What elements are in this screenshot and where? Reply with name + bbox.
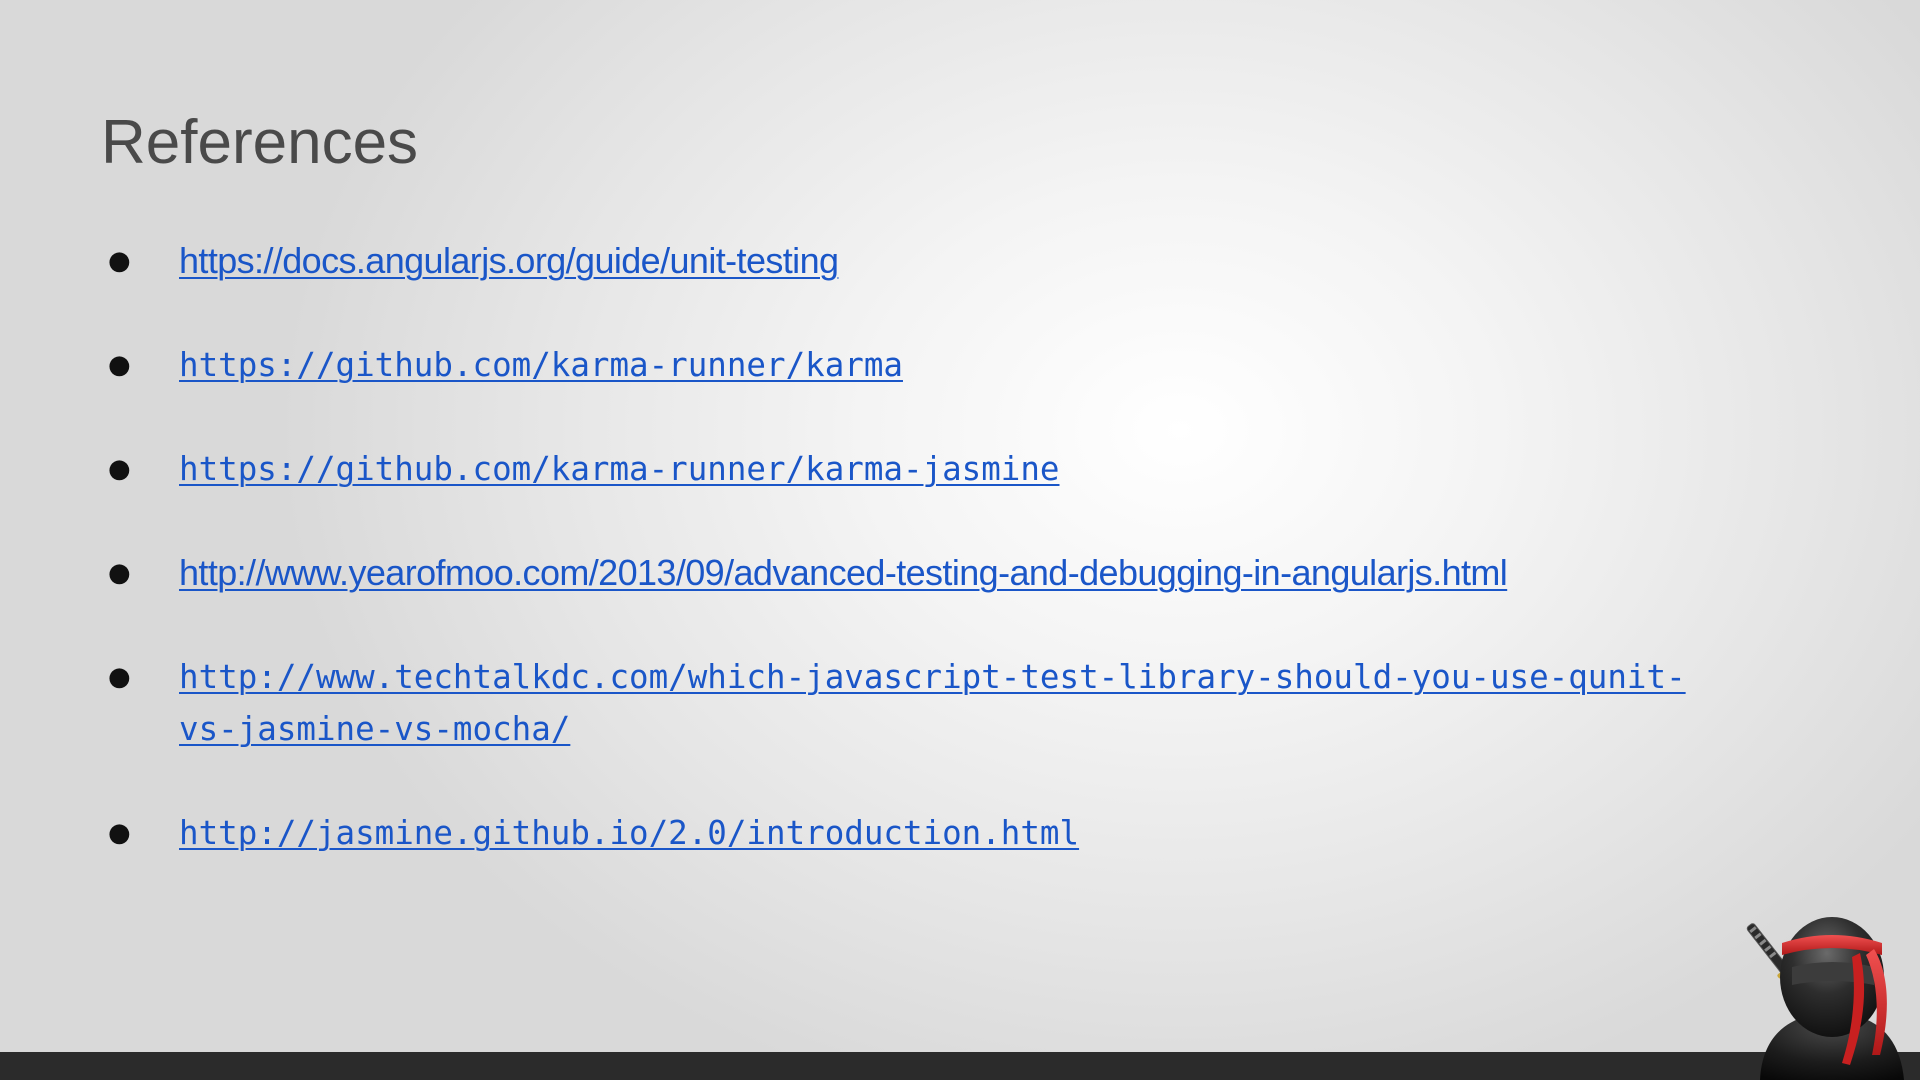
slide-title: References [101, 108, 419, 177]
reference-link-jasmine-introduction[interactable]: http://jasmine.github.io/2.0/introductio… [179, 807, 1739, 859]
bullet-icon: ● [108, 662, 131, 692]
reference-link-techtalkdc[interactable]: http://www.techtalkdc.com/which-javascri… [179, 651, 1699, 755]
reference-link-angularjs-unit-testing[interactable]: https://docs.angularjs.org/guide/unit-te… [179, 235, 1739, 287]
ninja-mascot-icon [1746, 917, 1904, 1080]
bullet-icon: ● [108, 350, 131, 380]
bullet-icon: ● [108, 454, 131, 484]
reference-link-karma[interactable]: https://github.com/karma-runner/karma [179, 339, 1739, 391]
reference-link-karma-jasmine[interactable]: https://github.com/karma-runner/karma-ja… [179, 443, 1739, 495]
bullet-icon: ● [108, 818, 131, 848]
bullet-icon: ● [108, 558, 131, 588]
bullet-icon: ● [108, 246, 131, 276]
footer-bar [0, 1052, 1920, 1080]
reference-link-yearofmoo[interactable]: http://www.yearofmoo.com/2013/09/advance… [179, 547, 1739, 599]
